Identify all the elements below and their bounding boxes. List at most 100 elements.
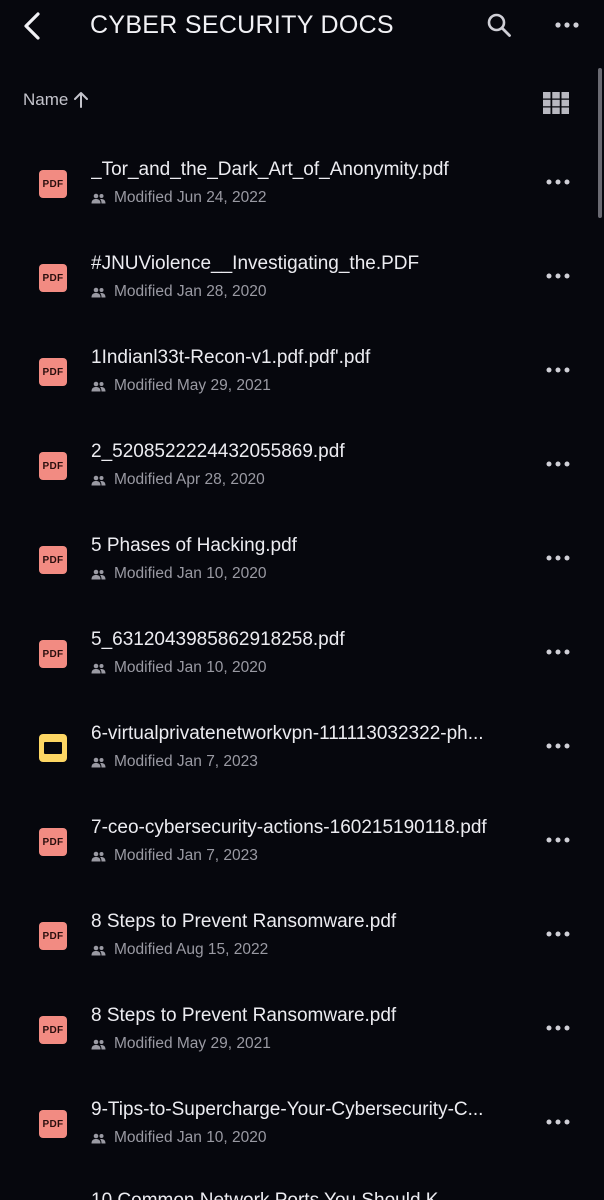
file-meta: Modified Jan 7, 2023 (91, 753, 258, 771)
shared-people-icon (91, 287, 106, 298)
shared-people-icon (91, 757, 106, 768)
pdf-file-icon: PDF (39, 640, 67, 668)
sort-bar: Name (0, 82, 604, 122)
chevron-left-icon (24, 12, 40, 40)
pdf-file-icon: PDF (39, 452, 67, 480)
file-row[interactable]: PDF 5 Phases of Hacking.pdf Modified Jan 1… (0, 512, 604, 606)
file-more-button[interactable] (542, 1108, 574, 1136)
grid-view-button[interactable] (538, 88, 574, 118)
search-button[interactable] (482, 8, 516, 42)
modified-date: Modified Jun 24, 2022 (114, 189, 267, 206)
file-name: 5 Phases of Hacking.pdf (91, 535, 297, 556)
file-row[interactable]: PDF 8 Steps to Prevent Ransomware.pdf Modi… (0, 888, 604, 982)
file-row[interactable]: PDF _Tor_and_the_Dark_Art_of_Anonymity.pd… (0, 136, 604, 230)
file-meta: Modified Jan 7, 2023 (91, 847, 258, 865)
file-meta: Modified May 29, 2021 (91, 377, 271, 395)
more-horizontal-icon (546, 367, 570, 373)
sort-by-name-button[interactable]: Name (23, 90, 89, 110)
slides-file-icon (39, 734, 67, 762)
pdf-file-icon: PDF (39, 264, 67, 292)
modified-date: Modified Jan 10, 2020 (114, 1129, 267, 1146)
more-horizontal-icon (555, 22, 579, 28)
file-meta: Modified Jun 24, 2022 (91, 189, 267, 207)
overflow-menu-button[interactable] (550, 8, 584, 42)
more-horizontal-icon (546, 555, 570, 561)
pdf-file-icon: PDF (39, 1110, 67, 1138)
shared-people-icon (91, 945, 106, 956)
file-name: 7-ceo-cybersecurity-actions-160215190118… (91, 817, 487, 838)
pdf-file-icon: PDF (39, 170, 67, 198)
slides-icon-screen (44, 742, 62, 754)
file-name: #JNUViolence__Investigating_the.PDF (91, 253, 420, 274)
file-more-button[interactable] (542, 638, 574, 666)
top-app-bar: CYBER SECURITY DOCS (0, 0, 604, 56)
file-row[interactable]: PDF 1Indianl33t-Recon-v1.pdf.pdf'.pdf Modi… (0, 324, 604, 418)
modified-date: Modified Jan 10, 2020 (114, 659, 267, 676)
grid-view-icon (543, 92, 569, 114)
modified-date: Modified Jan 28, 2020 (114, 283, 267, 300)
file-row[interactable]: PDF 2_5208522224432055869.pdf Modified Apr… (0, 418, 604, 512)
shared-people-icon (91, 663, 106, 674)
pdf-file-icon: PDF (39, 828, 67, 856)
file-more-button[interactable] (542, 544, 574, 572)
file-name: 6-virtualprivatenetworkvpn-111113032322-… (91, 723, 484, 744)
file-meta: Modified Apr 28, 2020 (91, 471, 265, 489)
file-name: _Tor_and_the_Dark_Art_of_Anonymity.pdf (91, 159, 449, 180)
file-more-button[interactable] (542, 732, 574, 760)
file-row[interactable]: PDF 8 Steps to Prevent Ransomware.pdf Modi… (0, 982, 604, 1076)
scrollbar[interactable] (598, 68, 602, 218)
file-meta: Modified Jan 10, 2020 (91, 1129, 267, 1147)
modified-date: Modified Aug 15, 2022 (114, 941, 269, 958)
pdf-file-icon: PDF (39, 358, 67, 386)
partial-list-item[interactable]: 10 Common Network Ports You Should K... (91, 1190, 454, 1200)
file-name: 8 Steps to Prevent Ransomware.pdf (91, 1005, 397, 1026)
modified-date: Modified Jan 7, 2023 (114, 753, 258, 770)
file-name: 5_6312043985862918258.pdf (91, 629, 345, 650)
file-meta: Modified Jan 10, 2020 (91, 659, 267, 677)
pdf-file-icon: PDF (39, 922, 67, 950)
shared-people-icon (91, 851, 106, 862)
more-horizontal-icon (546, 179, 570, 185)
file-more-button[interactable] (542, 356, 574, 384)
pdf-file-icon: PDF (39, 1016, 67, 1044)
file-row[interactable]: PDF #JNUViolence__Investigating_the.PDF Mo… (0, 230, 604, 324)
file-meta: Modified Jan 28, 2020 (91, 283, 267, 301)
more-horizontal-icon (546, 1025, 570, 1031)
page-title: CYBER SECURITY DOCS (90, 11, 394, 39)
more-horizontal-icon (546, 273, 570, 279)
pdf-file-icon: PDF (39, 546, 67, 574)
file-name: 8 Steps to Prevent Ransomware.pdf (91, 911, 397, 932)
file-row[interactable]: PDF 9-Tips-to-Supercharge-Your-Cybersecur… (0, 1076, 604, 1170)
file-name: 1Indianl33t-Recon-v1.pdf.pdf'.pdf (91, 347, 371, 368)
file-more-button[interactable] (542, 168, 574, 196)
file-more-button[interactable] (542, 920, 574, 948)
file-row[interactable]: PDF 5_6312043985862918258.pdf Modified Jan… (0, 606, 604, 700)
file-meta: Modified Jan 10, 2020 (91, 565, 267, 583)
sort-label: Name (23, 90, 69, 109)
file-more-button[interactable] (542, 826, 574, 854)
modified-date: Modified May 29, 2021 (114, 1035, 271, 1052)
search-icon (487, 13, 511, 37)
file-name: 2_5208522224432055869.pdf (91, 441, 345, 462)
more-horizontal-icon (546, 461, 570, 467)
modified-date: Modified Jan 7, 2023 (114, 847, 258, 864)
file-name: 9-Tips-to-Supercharge-Your-Cybersecurity… (91, 1099, 484, 1120)
more-horizontal-icon (546, 743, 570, 749)
file-row[interactable]: PDF 7-ceo-cybersecurity-actions-160215190… (0, 794, 604, 888)
back-button[interactable] (14, 8, 50, 44)
file-more-button[interactable] (542, 450, 574, 478)
file-more-button[interactable] (542, 1014, 574, 1042)
shared-people-icon (91, 569, 106, 580)
file-row[interactable]: 6-virtualprivatenetworkvpn-111113032322-… (0, 700, 604, 794)
file-meta: Modified May 29, 2021 (91, 1035, 271, 1053)
shared-people-icon (91, 1133, 106, 1144)
modified-date: Modified May 29, 2021 (114, 377, 271, 394)
file-more-button[interactable] (542, 262, 574, 290)
shared-people-icon (91, 193, 106, 204)
file-list: PDF _Tor_and_the_Dark_Art_of_Anonymity.pd… (0, 136, 604, 1170)
modified-date: Modified Jan 10, 2020 (114, 565, 267, 582)
more-horizontal-icon (546, 1119, 570, 1125)
shared-people-icon (91, 475, 106, 486)
modified-date: Modified Apr 28, 2020 (114, 471, 265, 488)
more-horizontal-icon (546, 837, 570, 843)
